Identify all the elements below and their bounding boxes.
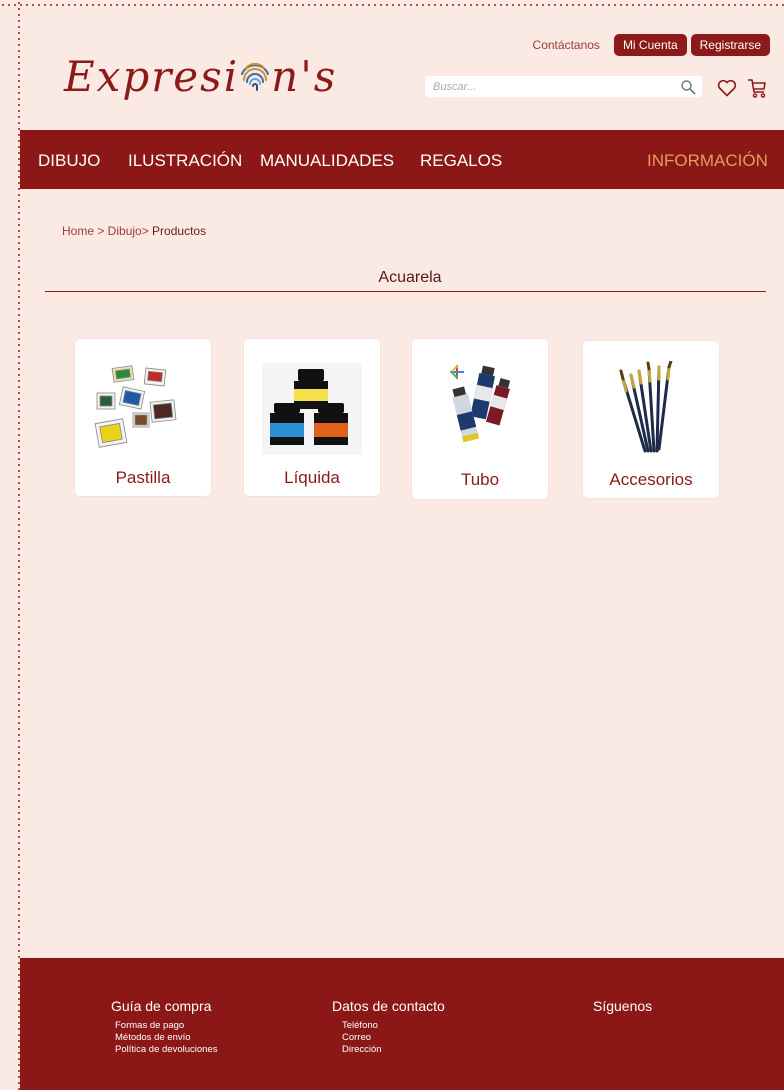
product-label: Tubo bbox=[460, 470, 500, 489]
paint-tubes-icon bbox=[449, 364, 511, 443]
footer-column-guia: Guía de compra Formas de pago Métodos de… bbox=[111, 998, 217, 1056]
breadcrumb-current: Productos bbox=[152, 224, 207, 238]
register-button[interactable]: Registrarse bbox=[690, 34, 770, 56]
main-navbar: DIBUJO ILUSTRACIÓN MANUALIDADES REGALOS … bbox=[20, 130, 784, 189]
brand-logo[interactable]: Expresi n's bbox=[64, 46, 337, 106]
product-card-tubo[interactable]: Tubo bbox=[412, 339, 548, 499]
ink-bottles-icon bbox=[262, 363, 362, 455]
nav-item-manualidades[interactable]: MANUALIDADES bbox=[260, 151, 394, 171]
footer-heading: Síguenos bbox=[593, 998, 653, 1014]
footer-link-correo[interactable]: Correo bbox=[342, 1032, 445, 1044]
footer-heading: Guía de compra bbox=[111, 998, 212, 1014]
search-input[interactable] bbox=[425, 79, 680, 94]
breadcrumb-path[interactable]: Home > Dibujo> bbox=[62, 224, 152, 238]
header-links: Contáctanos Mi Cuenta Registrarse bbox=[533, 34, 770, 56]
product-card-pastilla[interactable]: Pastilla bbox=[75, 339, 211, 496]
footer-link-telefono[interactable]: Teléfono bbox=[342, 1020, 445, 1032]
product-card-liquida[interactable]: Líquida bbox=[244, 339, 380, 496]
brushes-icon bbox=[619, 361, 673, 453]
footer-link-devoluciones[interactable]: Política de devoluciones bbox=[115, 1044, 217, 1056]
fingerprint-icon bbox=[241, 62, 270, 91]
footer-column-siguenos: Síguenos bbox=[593, 998, 652, 1014]
logo-text-right: n's bbox=[271, 51, 338, 101]
section-title: Acuarela bbox=[378, 269, 442, 286]
footer: Guía de compra Formas de pago Métodos de… bbox=[20, 958, 784, 1090]
search-bar bbox=[425, 76, 702, 97]
product-label: Accesorios bbox=[609, 470, 693, 489]
contact-link[interactable]: Contáctanos bbox=[533, 38, 600, 52]
section-divider bbox=[45, 291, 766, 292]
account-button[interactable]: Mi Cuenta bbox=[613, 34, 687, 56]
heart-icon[interactable] bbox=[717, 79, 737, 97]
footer-link-direccion[interactable]: Dirección bbox=[342, 1044, 445, 1056]
logo-text-left: Expresi bbox=[64, 51, 240, 101]
cart-icon[interactable] bbox=[746, 77, 768, 99]
nav-item-regalos[interactable]: REGALOS bbox=[420, 151, 502, 171]
product-label: Pastilla bbox=[115, 468, 171, 487]
nav-item-ilustracion[interactable]: ILUSTRACIÓN bbox=[128, 151, 242, 171]
product-card-accesorios[interactable]: Accesorios bbox=[583, 341, 719, 498]
footer-link-metodos-envio[interactable]: Métodos de envío bbox=[115, 1032, 217, 1044]
footer-column-contacto: Datos de contacto Teléfono Correo Direcc… bbox=[332, 998, 445, 1056]
footer-heading: Datos de contacto bbox=[332, 998, 445, 1014]
nav-item-informacion[interactable]: INFORMACIÓN bbox=[647, 151, 768, 171]
breadcrumb: Home > Dibujo> Productos bbox=[62, 224, 206, 238]
search-icon[interactable] bbox=[680, 79, 696, 95]
watercolor-pans-icon bbox=[94, 365, 177, 448]
footer-link-formas-pago[interactable]: Formas de pago bbox=[115, 1020, 217, 1032]
nav-item-dibujo[interactable]: DIBUJO bbox=[38, 151, 100, 171]
dotted-border-top bbox=[0, 4, 784, 6]
product-label: Líquida bbox=[284, 468, 340, 487]
